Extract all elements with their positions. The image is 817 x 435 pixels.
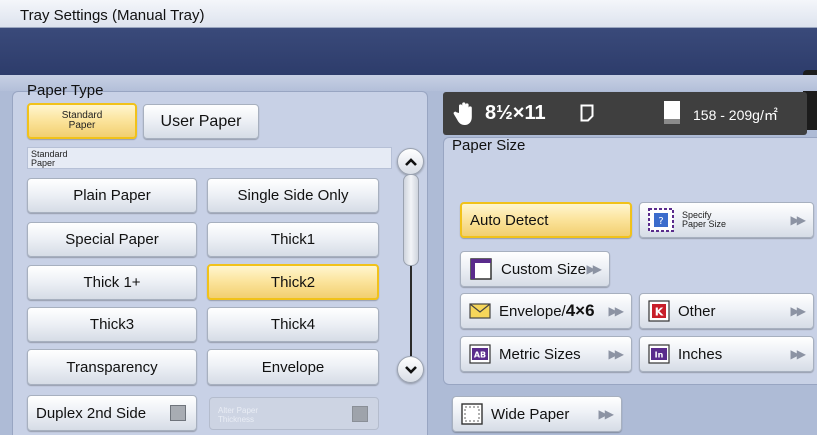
option-thick1-plus[interactable]: Thick 1+ — [27, 265, 197, 300]
other-size-label: Other — [678, 302, 716, 320]
other-size-button[interactable]: K Other ▶▶ — [639, 293, 814, 329]
specify-paper-size-label: Specify Paper Size — [682, 210, 727, 229]
tab-standard-paper[interactable]: Standard Paper — [27, 103, 137, 139]
duplex-checkbox[interactable] — [170, 405, 186, 421]
option-plain-paper[interactable]: Plain Paper — [27, 178, 197, 213]
paper-type-panel: Paper Type Standard Paper User Paper Sta… — [12, 82, 428, 435]
double-chevron-icon: ▶▶ — [790, 304, 807, 318]
scroll-down-button[interactable] — [397, 356, 424, 383]
specify-paper-size-button[interactable]: ? Specify Paper Size ▶▶ — [639, 202, 814, 238]
svg-text:AB: AB — [474, 351, 486, 360]
paper-size-panel: Paper Size Auto Detect ? Specify Paper S… — [443, 137, 817, 385]
envelope-4x6-button[interactable]: Envelope/ 4×6 ▶▶ — [460, 293, 632, 329]
scroll-down-icon — [404, 365, 417, 374]
double-chevron-icon: ▶▶ — [790, 213, 807, 227]
tab-standard-paper-label: Standard Paper — [61, 110, 103, 131]
status-bar: 8½×11 158 - 209g/㎡ — [443, 92, 807, 135]
option-single-side-only[interactable]: Single Side Only — [207, 178, 379, 213]
alter-thickness-label: Alter Paper Thickness — [218, 406, 259, 424]
metric-sizes-label: Metric Sizes — [499, 345, 581, 363]
paper-size-readout: 8½×11 — [485, 102, 546, 124]
other-k-icon: K — [648, 300, 670, 322]
alter-thickness-button: Alter Paper Thickness — [209, 397, 379, 430]
paper-stack-icon — [664, 101, 680, 124]
paper-weight-readout: 158 - 209g/㎡ — [693, 107, 778, 123]
alter-thickness-checkbox — [352, 405, 368, 422]
divider-strip — [0, 75, 817, 91]
custom-size-icon — [469, 257, 493, 281]
scroll-up-icon — [404, 157, 417, 166]
option-thick1[interactable]: Thick1 — [207, 222, 379, 257]
inches-label: Inches — [678, 345, 723, 363]
specify-size-icon: ? — [648, 208, 674, 232]
metric-ab-icon: AB — [469, 344, 491, 364]
svg-text:?: ? — [658, 216, 663, 227]
option-envelope[interactable]: Envelope — [207, 349, 379, 385]
option-special-paper[interactable]: Special Paper — [27, 222, 197, 257]
svg-text:K: K — [655, 306, 664, 319]
metric-sizes-button[interactable]: AB Metric Sizes ▶▶ — [460, 336, 632, 372]
custom-size-button[interactable]: Custom Size ▶▶ — [460, 251, 610, 287]
double-chevron-icon: ▶▶ — [598, 407, 615, 421]
inches-in-icon: In — [648, 344, 670, 364]
option-thick3[interactable]: Thick3 — [27, 307, 197, 342]
inches-button[interactable]: In Inches ▶▶ — [639, 336, 814, 372]
wide-paper-icon — [461, 403, 483, 425]
double-chevron-icon: ▶▶ — [586, 262, 603, 276]
list-subheader: Standard Paper — [27, 147, 392, 169]
scroll-up-button[interactable] — [397, 148, 424, 175]
portrait-orientation-icon — [580, 104, 594, 122]
envelope-icon — [469, 303, 491, 319]
hand-icon — [453, 102, 472, 125]
header-band — [0, 28, 817, 130]
double-chevron-icon: ▶▶ — [608, 347, 625, 361]
scrollbar-thumb[interactable] — [403, 174, 419, 266]
duplex-2nd-side-label: Duplex 2nd Side — [36, 404, 147, 422]
double-chevron-icon: ▶▶ — [790, 347, 807, 361]
window-title: Tray Settings (Manual Tray) — [0, 0, 817, 28]
option-transparency[interactable]: Transparency — [27, 349, 197, 385]
double-chevron-icon: ▶▶ — [608, 304, 625, 318]
custom-size-label: Custom Size — [501, 260, 587, 278]
duplex-2nd-side-button[interactable]: Duplex 2nd Side — [27, 395, 197, 431]
paper-size-title: Paper Size — [452, 137, 526, 154]
wide-paper-label: Wide Paper — [491, 405, 570, 423]
paper-type-title: Paper Type — [27, 82, 104, 99]
tab-user-paper[interactable]: User Paper — [143, 104, 259, 139]
auto-detect-button[interactable]: Auto Detect — [460, 202, 632, 238]
envelope-label-suffix: 4×6 — [565, 301, 595, 320]
envelope-label-prefix: Envelope/ — [499, 302, 566, 320]
svg-text:In: In — [655, 351, 664, 360]
option-thick4[interactable]: Thick4 — [207, 307, 379, 342]
wide-paper-button[interactable]: Wide Paper ▶▶ — [452, 396, 622, 432]
option-thick2[interactable]: Thick2 — [207, 264, 379, 300]
